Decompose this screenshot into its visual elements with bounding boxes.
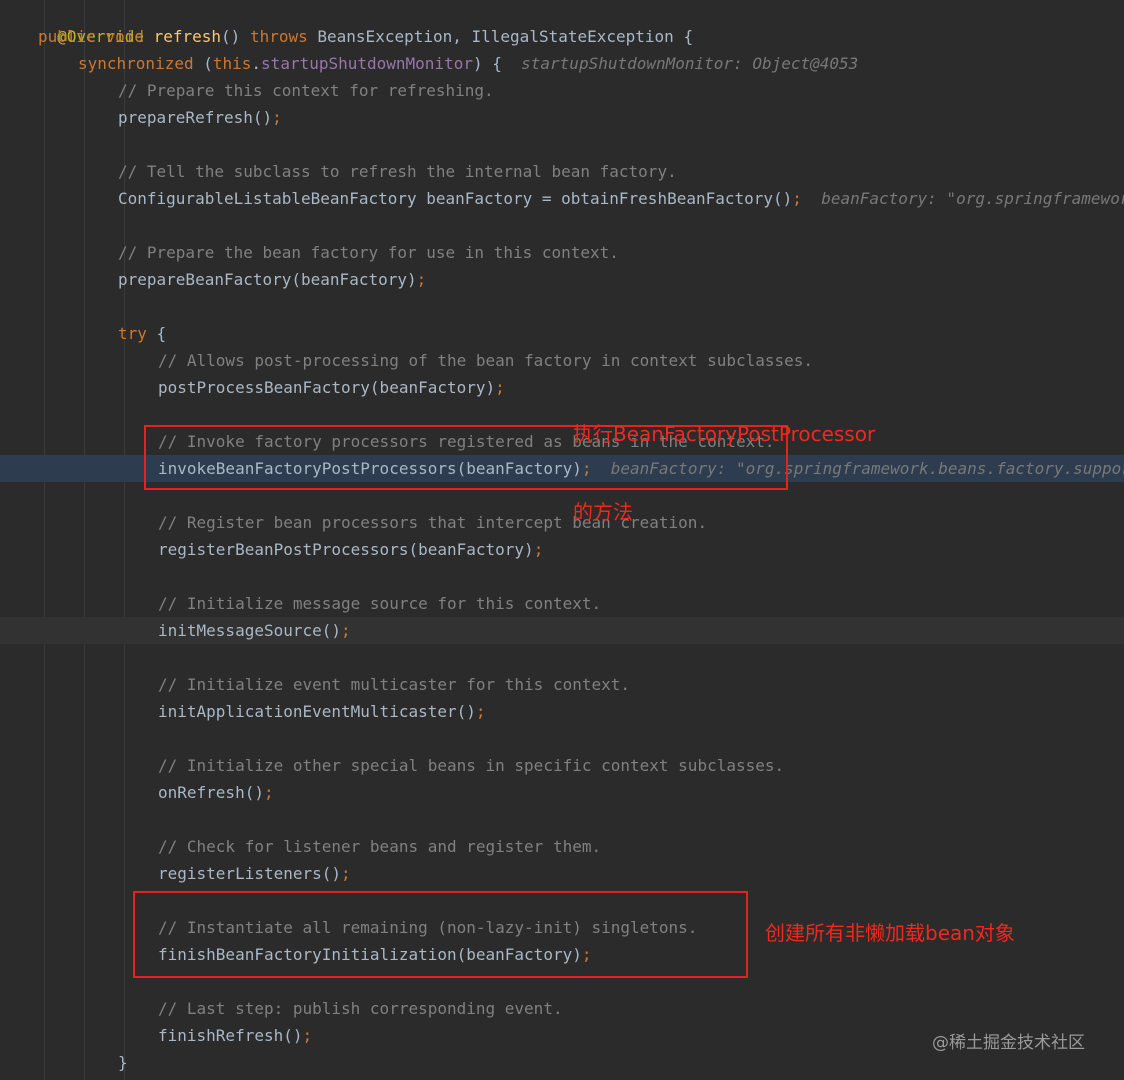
comment: // Check for listener beans and register…	[158, 837, 602, 856]
comment-line: // Prepare the bean factory for use in t…	[0, 239, 1124, 266]
comment-line: // Last step: publish corresponding even…	[0, 995, 1124, 1022]
method-name: refresh	[153, 27, 222, 46]
annotation-finish-init: 创建所有非懒加载bean对象	[765, 921, 1015, 945]
brace: }	[118, 1053, 128, 1072]
statement: registerBeanPostProcessors(beanFactory)	[158, 540, 534, 559]
comment: // Last step: publish corresponding even…	[158, 999, 563, 1018]
code-line-close-brace: }	[0, 1049, 1124, 1076]
semicolon: ;	[263, 783, 274, 802]
code-line-prepare-refresh: prepareRefresh();	[0, 104, 1124, 131]
comment: // Initialize other special beans in spe…	[158, 756, 785, 775]
code-line-prepare-bean-factory: prepareBeanFactory(beanFactory);	[0, 266, 1124, 293]
code-line-post-process: postProcessBeanFactory(beanFactory);	[0, 374, 1124, 401]
comment: // Initialize message source for this co…	[158, 594, 602, 613]
code-line-on-refresh: onRefresh();	[0, 779, 1124, 806]
semicolon: ;	[416, 270, 427, 289]
semicolon: ;	[475, 702, 486, 721]
keyword-synchronized: synchronized	[78, 54, 194, 73]
debug-inline-value: startupShutdownMonitor: Object@4053	[521, 54, 859, 73]
dot: .	[251, 54, 262, 73]
comment: // Tell the subclass to refresh the inte…	[118, 162, 677, 181]
keyword-try: try	[118, 324, 147, 343]
comment: // Initialize event multicaster for this…	[158, 675, 631, 694]
field-startup-monitor: startupShutdownMonitor	[261, 54, 473, 73]
statement: onRefresh()	[158, 783, 264, 802]
paren-close: ) {	[472, 54, 502, 73]
brace: {	[146, 324, 167, 343]
semicolon: ;	[533, 540, 544, 559]
debug-inline-value: beanFactory: "org.springframework	[821, 189, 1124, 208]
exception-list: BeansException, IllegalStateException {	[317, 27, 694, 46]
semicolon: ;	[272, 108, 282, 127]
comment: // Allows post-processing of the bean fa…	[158, 351, 814, 370]
method-parens: ()	[221, 27, 241, 46]
comment: // Prepare the bean factory for use in t…	[118, 243, 619, 262]
paren-open: (	[203, 54, 213, 73]
semicolon: ;	[302, 1026, 313, 1045]
code-line-synchronized: synchronized (this.startupShutdownMonito…	[0, 50, 1124, 77]
code-line-init-message-source: initMessageSource();	[0, 617, 1124, 644]
annotation-invoke-processors: 执行BeanFactoryPostProcessor 的方法	[573, 369, 875, 551]
code-line-register-listeners: registerListeners();	[0, 860, 1124, 887]
statement: finishRefresh()	[158, 1026, 303, 1045]
comment-line: // Initialize other special beans in spe…	[0, 752, 1124, 779]
statement: ConfigurableListableBeanFactory beanFact…	[118, 189, 793, 208]
comment-line: // Initialize event multicaster for this…	[0, 671, 1124, 698]
semicolon: ;	[341, 621, 351, 640]
code-line-init-multicaster: initApplicationEventMulticaster();	[0, 698, 1124, 725]
keyword-void: void	[105, 27, 144, 46]
code-line-register-processors: registerBeanPostProcessors(beanFactory);	[0, 536, 1124, 563]
keyword-this: this	[212, 54, 252, 73]
comment-line: // Prepare this context for refreshing.	[0, 77, 1124, 104]
annotation-line: 执行BeanFactoryPostProcessor	[573, 422, 876, 446]
annotation-line: 的方法	[573, 500, 633, 524]
watermark: @稀土掘金技术社区	[932, 1033, 1085, 1053]
comment-line: // Initialize message source for this co…	[0, 590, 1124, 617]
code-line-override: @Override	[0, 0, 1124, 46]
comment-line: // Check for listener beans and register…	[0, 833, 1124, 860]
code-line-try: try {	[0, 320, 1124, 347]
comment-line: // Tell the subclass to refresh the inte…	[0, 158, 1124, 185]
comment-line: // Register bean processors that interce…	[0, 509, 1124, 536]
statement: registerListeners()	[158, 864, 342, 883]
highlight-box-finish-init	[133, 891, 748, 978]
keyword-public: public	[38, 27, 96, 46]
statement: postProcessBeanFactory(beanFactory)	[158, 378, 496, 397]
statement: prepareRefresh()	[118, 108, 273, 127]
keyword-throws: throws	[249, 27, 308, 46]
code-line-obtain-bean-factory: ConfigurableListableBeanFactory beanFact…	[0, 185, 1124, 212]
semicolon: ;	[341, 864, 351, 883]
statement: initApplicationEventMulticaster()	[158, 702, 476, 721]
semicolon: ;	[495, 378, 505, 397]
code-line-method-signature: public void refresh() throws BeansExcept…	[0, 23, 1124, 50]
semicolon: ;	[792, 189, 802, 208]
statement: initMessageSource()	[158, 621, 342, 640]
comment: // Prepare this context for refreshing.	[118, 81, 494, 100]
statement: prepareBeanFactory(beanFactory)	[118, 270, 417, 289]
comment-line: // Allows post-processing of the bean fa…	[0, 347, 1124, 374]
